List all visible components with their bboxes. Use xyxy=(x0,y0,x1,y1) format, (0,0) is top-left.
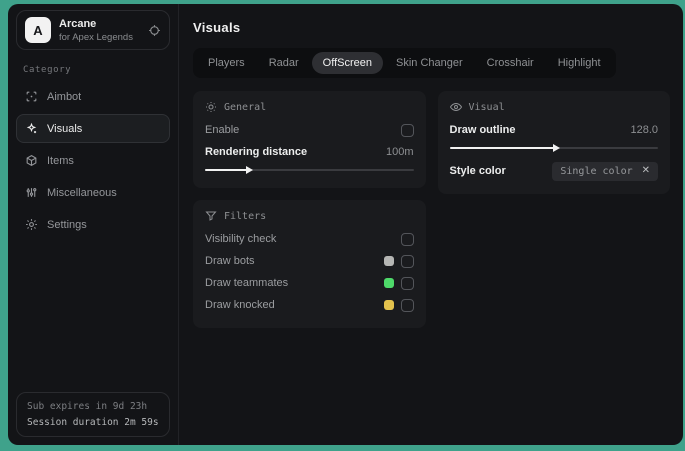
slider-fill xyxy=(449,144,560,152)
filters-panel-title: Filters xyxy=(224,210,267,222)
sidebar-item-items[interactable]: Items xyxy=(16,146,170,175)
draw-outline-value: 128.0 xyxy=(630,124,658,136)
sub-expires-text: Sub expires in 9d 23h xyxy=(27,401,148,412)
sidebar-item-label: Settings xyxy=(47,218,87,231)
tab-bar: Players Radar OffScreen Skin Changer Cro… xyxy=(193,48,616,78)
style-color-select[interactable]: Single color ✕ xyxy=(552,161,658,181)
draw-outline-row: Draw outline 128.0 xyxy=(450,119,659,141)
sidebar-nav: Aimbot Visuals Items Miscellaneous Setti… xyxy=(16,82,170,239)
general-panel-header: General xyxy=(205,101,414,113)
session-duration-text: Session duration 2m 59s xyxy=(27,417,159,428)
visual-panel-title: Visual xyxy=(468,101,505,113)
draw-bots-checkbox[interactable] xyxy=(400,254,414,268)
general-panel: General Enable Rendering distance 100m xyxy=(193,91,426,188)
draw-knocked-checkbox[interactable] xyxy=(400,298,414,312)
slider-fill xyxy=(205,166,253,174)
funnel-icon xyxy=(205,210,217,222)
rendering-distance-slider[interactable] xyxy=(205,164,414,176)
sidebar-item-miscellaneous[interactable]: Miscellaneous xyxy=(16,178,170,207)
visibility-check-checkbox[interactable] xyxy=(400,232,414,246)
sliders-icon xyxy=(25,186,38,199)
visual-panel: Visual Draw outline 128.0 Style color Si… xyxy=(437,91,670,194)
enable-row: Enable xyxy=(205,119,414,141)
sidebar: A Arcane for Apex Legends Category Aimbo… xyxy=(8,4,179,445)
slider-thumb[interactable] xyxy=(552,144,560,152)
sidebar-item-label: Miscellaneous xyxy=(47,186,117,199)
draw-teammates-checkbox[interactable] xyxy=(400,276,414,290)
app-card: A Arcane for Apex Legends xyxy=(16,10,170,50)
draw-outline-slider[interactable] xyxy=(449,142,658,154)
draw-knocked-label: Draw knocked xyxy=(205,299,275,311)
sidebar-item-label: Items xyxy=(47,154,74,167)
sun-icon xyxy=(205,101,217,113)
visual-panel-header: Visual xyxy=(449,101,659,113)
sparkles-icon xyxy=(25,122,38,135)
crosshair-icon[interactable] xyxy=(148,24,161,37)
draw-knocked-color-swatch[interactable] xyxy=(383,300,394,310)
app-title: Arcane xyxy=(59,17,97,30)
tab-players[interactable]: Players xyxy=(197,52,256,74)
target-icon xyxy=(25,90,38,103)
rendering-distance-label: Rendering distance xyxy=(205,146,308,158)
enable-checkbox[interactable] xyxy=(400,123,414,137)
filters-panel: Filters Visibility check Draw bots Draw … xyxy=(193,200,426,328)
draw-teammates-label: Draw teammates xyxy=(205,277,289,289)
category-label: Category xyxy=(23,65,72,75)
filters-panel-header: Filters xyxy=(205,210,414,222)
style-color-value: Single color xyxy=(560,165,633,177)
tab-skin-changer[interactable]: Skin Changer xyxy=(385,52,474,74)
right-column: Visual Draw outline 128.0 Style color Si… xyxy=(437,91,670,194)
subscription-info: Sub expires in 9d 23h Session duration 2… xyxy=(16,392,170,437)
visibility-check-label: Visibility check xyxy=(205,233,277,245)
rendering-distance-value: 100m xyxy=(385,146,414,158)
app-titles: Arcane for Apex Legends xyxy=(59,18,140,43)
app-window: A Arcane for Apex Legends Category Aimbo… xyxy=(8,4,683,445)
eye-icon xyxy=(449,101,462,113)
draw-teammates-row: Draw teammates xyxy=(205,272,414,294)
sidebar-item-aimbot[interactable]: Aimbot xyxy=(16,82,170,111)
enable-label: Enable xyxy=(205,124,240,136)
style-color-label: Style color xyxy=(449,165,506,177)
draw-bots-color-swatch[interactable] xyxy=(383,256,394,266)
draw-knocked-row: Draw knocked xyxy=(205,294,414,316)
app-subtitle: for Apex Legends xyxy=(59,31,133,43)
draw-bots-label: Draw bots xyxy=(205,255,255,267)
style-color-row: Style color Single color ✕ xyxy=(449,160,658,182)
box-icon xyxy=(25,154,38,167)
draw-bots-row: Draw bots xyxy=(205,250,414,272)
general-panel-title: General xyxy=(224,101,267,113)
sidebar-item-label: Visuals xyxy=(47,122,83,135)
draw-teammates-color-swatch[interactable] xyxy=(383,278,394,288)
main-content: Visuals Players Radar OffScreen Skin Cha… xyxy=(179,4,683,445)
slider-thumb[interactable] xyxy=(245,166,253,174)
panels-area: General Enable Rendering distance 100m F… xyxy=(193,91,670,328)
rendering-distance-row: Rendering distance 100m xyxy=(205,141,414,163)
page-title: Visuals xyxy=(193,20,241,35)
visibility-check-row: Visibility check xyxy=(205,228,414,250)
tab-offscreen[interactable]: OffScreen xyxy=(311,52,383,74)
tab-crosshair[interactable]: Crosshair xyxy=(476,52,545,74)
left-column: General Enable Rendering distance 100m F… xyxy=(193,91,426,328)
sidebar-item-label: Aimbot xyxy=(47,90,82,103)
tab-radar[interactable]: Radar xyxy=(258,52,310,74)
sidebar-item-settings[interactable]: Settings xyxy=(16,210,170,239)
sidebar-item-visuals[interactable]: Visuals xyxy=(16,114,170,143)
app-logo: A xyxy=(25,17,51,43)
tab-highlight[interactable]: Highlight xyxy=(547,52,612,74)
gear-icon xyxy=(25,218,38,231)
clear-icon[interactable]: ✕ xyxy=(642,166,650,176)
draw-outline-label: Draw outline xyxy=(449,124,516,136)
